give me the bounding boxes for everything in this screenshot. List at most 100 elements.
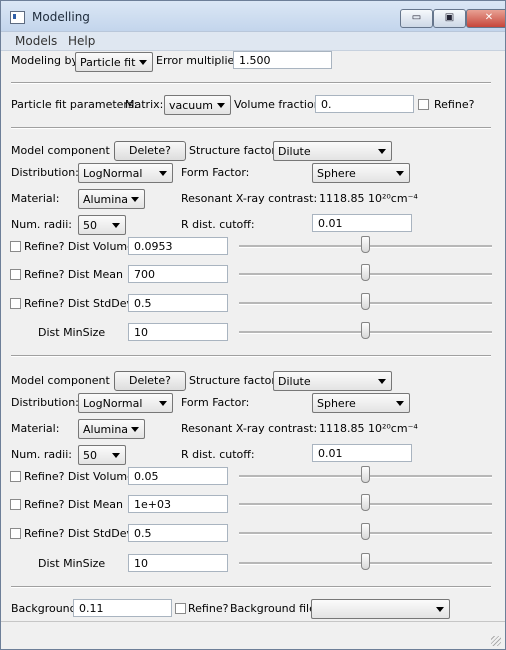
component-1-mean-refine-checkbox[interactable] [10,499,21,510]
component-1-cutoff-input[interactable]: 0.01 [312,444,412,462]
matrix-select[interactable]: vacuum [164,95,231,115]
volume-fraction-refine-checkbox[interactable] [418,99,429,110]
component-0-radii-select[interactable]: 50 [78,215,126,235]
component-1-stddev-refine-checkbox[interactable] [10,528,21,539]
component-1-mean-input[interactable]: 1e+03 [128,495,228,513]
component-1-stddev-slider[interactable] [239,523,492,543]
background-refine-checkbox[interactable] [175,603,186,614]
dropdown-arrow-icon [217,103,225,108]
component-1-volume-input[interactable]: 0.05 [128,467,228,485]
component-1-material-label: Material: [11,422,60,435]
component-0-stddev-slider[interactable] [239,293,492,313]
slider-thumb[interactable] [361,322,370,339]
component-0-cutoff-input[interactable]: 0.01 [312,214,412,232]
background-file-select[interactable] [311,599,450,619]
error-multiplier-label: Error multiplier: [156,54,243,67]
component-0-material-select[interactable]: Alumina [78,189,145,209]
matrix-value: vacuum [169,99,213,112]
window-icon [10,11,25,24]
dropdown-arrow-icon [112,453,120,458]
component-1-distribution-select[interactable]: LogNormal [78,393,173,413]
component-1-form-select[interactable]: Sphere [312,393,410,413]
component-0-volume-input[interactable]: 0.0953 [128,237,228,255]
component-1-minsize-label: Dist MinSize [38,557,106,570]
background-input[interactable]: 0.11 [73,599,172,617]
component-1-minsize-input[interactable]: 10 [128,554,228,572]
component-0-minsize-input[interactable]: 10 [128,323,228,341]
component-0-structure-value: Dilute [278,145,311,158]
volume-fraction-input[interactable]: 0. [315,95,414,113]
component-0-stddev-input[interactable]: 0.5 [128,294,228,312]
modelling-window: Modelling ▭ ▣ ✕ Models Help Modeling by:… [0,0,506,650]
modeling-by-label: Modeling by: [11,54,81,67]
slider-thumb[interactable] [361,293,370,310]
minimize-button[interactable]: ▭ [400,9,433,28]
maximize-button[interactable]: ▣ [433,9,466,28]
slider-thumb[interactable] [361,553,370,570]
component-0-delete-button[interactable]: Delete? [114,141,186,161]
component-1-structure-select[interactable]: Dilute [273,371,392,391]
component-0-form-value: Sphere [317,167,356,180]
background-file-label: Background file: [230,602,320,615]
separator-particle [11,127,491,129]
component-0-mean-label: Refine? Dist Mean [24,268,123,281]
component-1-delete-button[interactable]: Delete? [114,371,186,391]
modeling-by-value: Particle fit [80,56,136,69]
component-1-distribution-value: LogNormal [83,397,143,410]
component-0-mean-refine-checkbox[interactable] [10,269,21,280]
component-1-radii-value: 50 [83,449,97,462]
close-button[interactable]: ✕ [466,9,505,28]
component-0-minsize-slider[interactable] [239,322,492,342]
slider-thumb[interactable] [361,264,370,281]
resize-grip-icon[interactable] [491,636,501,646]
dropdown-arrow-icon [131,197,139,202]
slider-thumb[interactable] [361,236,370,253]
menu-help[interactable]: Help [68,34,95,48]
component-1-contrast-value: 1118.85 10²⁰cm⁻⁴ [319,422,418,435]
component-1-minsize-slider[interactable] [239,553,492,573]
separator-component-0 [11,355,491,357]
component-0-structure-select[interactable]: Dilute [273,141,392,161]
component-1-volume-slider[interactable] [239,466,492,486]
dropdown-arrow-icon [139,60,147,65]
component-1-distribution-label: Distribution: [11,396,79,409]
component-1-mean-label: Refine? Dist Mean [24,498,123,511]
component-0-distribution-select[interactable]: LogNormal [78,163,173,183]
component-0-structure-label: Structure factor: [189,144,280,157]
component-0-volume-slider[interactable] [239,236,492,256]
component-1-radii-select[interactable]: 50 [78,445,126,465]
window-title: Modelling [32,10,90,24]
menu-bar: Models Help [1,31,505,51]
component-1-form-label: Form Factor: [181,396,250,409]
slider-thumb[interactable] [361,494,370,511]
error-multiplier-input[interactable]: 1.500 [233,51,332,69]
component-1-volume-refine-checkbox[interactable] [10,471,21,482]
component-1-stddev-input[interactable]: 0.5 [128,524,228,542]
component-0-volume-refine-checkbox[interactable] [10,241,21,252]
dropdown-arrow-icon [396,401,404,406]
component-1-mean-slider[interactable] [239,494,492,514]
component-0-form-select[interactable]: Sphere [312,163,410,183]
particle-fit-label: Particle fit parameters: [11,98,138,111]
status-bar [1,621,505,649]
component-1-material-select[interactable]: Alumina [78,419,145,439]
component-0-volume-label: Refine? Dist Volume [24,240,134,253]
component-1-structure-label: Structure factor: [189,374,280,387]
component-0-distribution-label: Distribution: [11,166,79,179]
dropdown-arrow-icon [378,379,386,384]
component-0-stddev-refine-checkbox[interactable] [10,298,21,309]
component-1-structure-value: Dilute [278,375,311,388]
component-0-mean-slider[interactable] [239,264,492,284]
slider-thumb[interactable] [361,523,370,540]
component-0-material-label: Material: [11,192,60,205]
modeling-by-select[interactable]: Particle fit [75,52,153,72]
component-1-stddev-label: Refine? Dist StdDev [24,527,134,540]
dropdown-arrow-icon [436,607,444,612]
component-0-mean-input[interactable]: 700 [128,265,228,283]
separator-component-1 [11,586,491,588]
matrix-label: Matrix: [125,98,164,111]
slider-thumb[interactable] [361,466,370,483]
component-0-header: Model component 0: [11,144,124,157]
menu-models[interactable]: Models [15,34,57,48]
component-0-radii-value: 50 [83,219,97,232]
